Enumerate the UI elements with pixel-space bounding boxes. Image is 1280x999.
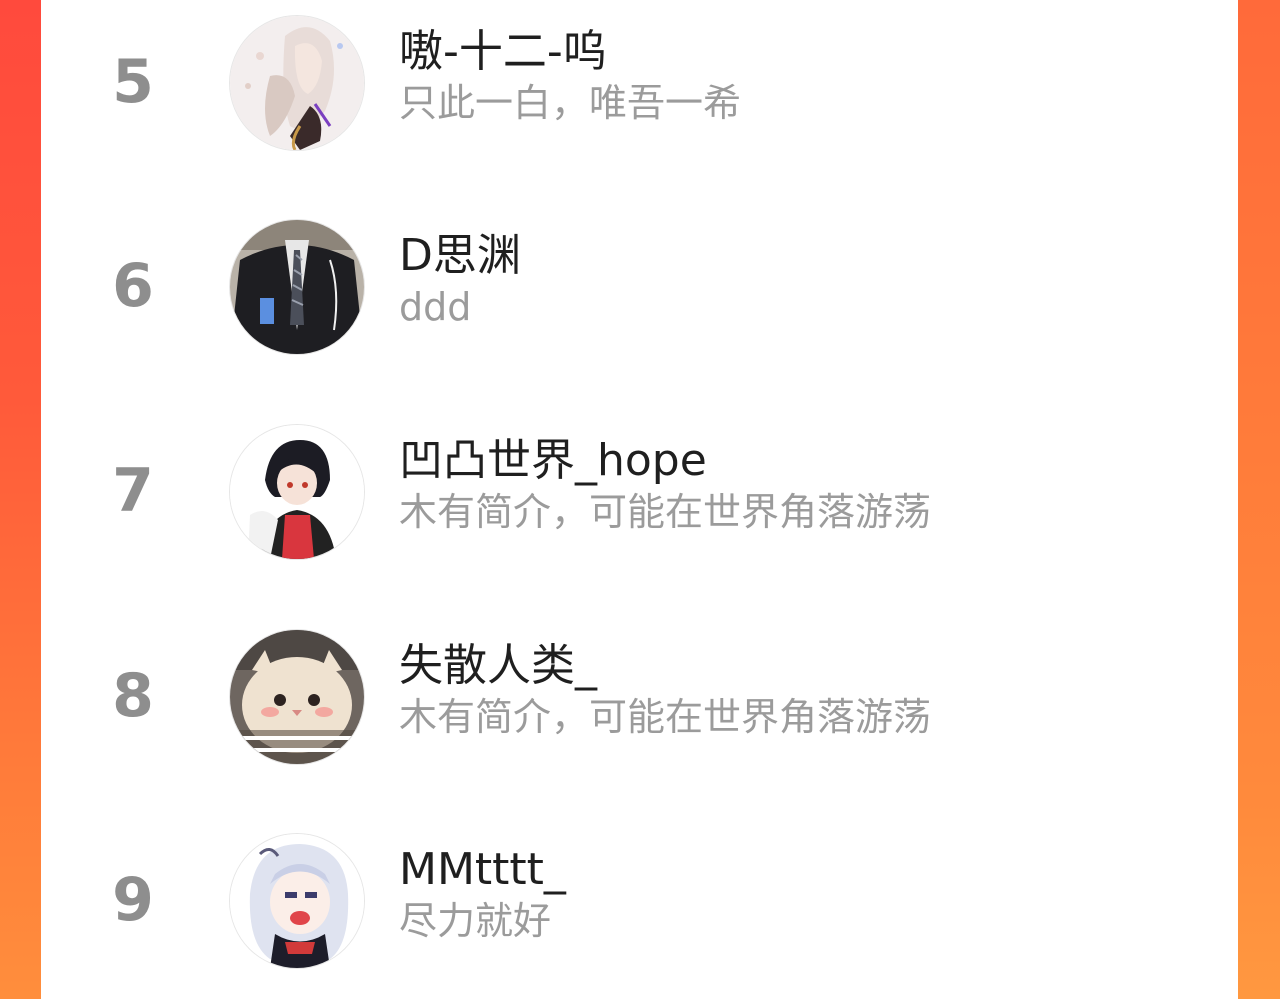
ranking-row[interactable]: 9 MMtttt_ 尽力就好 [41,826,1238,976]
user-avatar[interactable] [230,425,364,559]
user-bio: 木有简介，可能在世界角落游荡 [399,490,932,534]
chibi-silver-hair-avatar-icon [230,834,364,968]
school-uniform-photo-avatar-icon [230,220,364,354]
anime-boy-red-shirt-avatar-icon [230,425,364,559]
user-avatar[interactable] [230,16,364,150]
user-avatar[interactable] [230,834,364,968]
ranking-row[interactable]: 6 D思渊 ddd [41,212,1238,362]
user-name[interactable]: MMtttt_ [399,842,566,898]
user-avatar[interactable] [230,630,364,764]
user-avatar[interactable] [230,220,364,354]
ranking-row[interactable]: 7 凹凸世界_hope 木有简介，可能在世界角落游荡 [41,417,1238,567]
user-bio: ddd [399,285,472,329]
user-name[interactable]: 嗷-十二-呜 [399,24,607,80]
user-name[interactable]: 失散人类_ [399,638,597,694]
rank-number: 7 [112,456,154,526]
user-bio: 只此一白，唯吾一希 [399,81,742,125]
user-bio: 尽力就好 [399,899,552,943]
rank-number: 8 [112,661,154,731]
rank-number: 9 [112,865,154,935]
user-bio: 木有简介，可能在世界角落游荡 [399,695,932,739]
rank-number: 6 [112,251,154,321]
rank-number: 5 [112,47,154,117]
ranking-row[interactable]: 5 嗷-十二-呜 只此一白，唯吾一希 [41,8,1238,158]
right-gradient-band [1238,0,1280,999]
user-name[interactable]: D思渊 [399,228,521,284]
ranking-list-card: 5 嗷-十二-呜 只此一白，唯吾一希 6 D思渊 ddd 7 凹凸世界_hope… [41,0,1238,999]
user-name[interactable]: 凹凸世界_hope [399,433,707,489]
persian-cat-meme-avatar-icon [230,630,364,764]
ranking-row[interactable]: 8 失散人类_ 木有简介，可能在世界角落游荡 [41,622,1238,772]
anime-white-hair-avatar-icon [230,16,364,150]
